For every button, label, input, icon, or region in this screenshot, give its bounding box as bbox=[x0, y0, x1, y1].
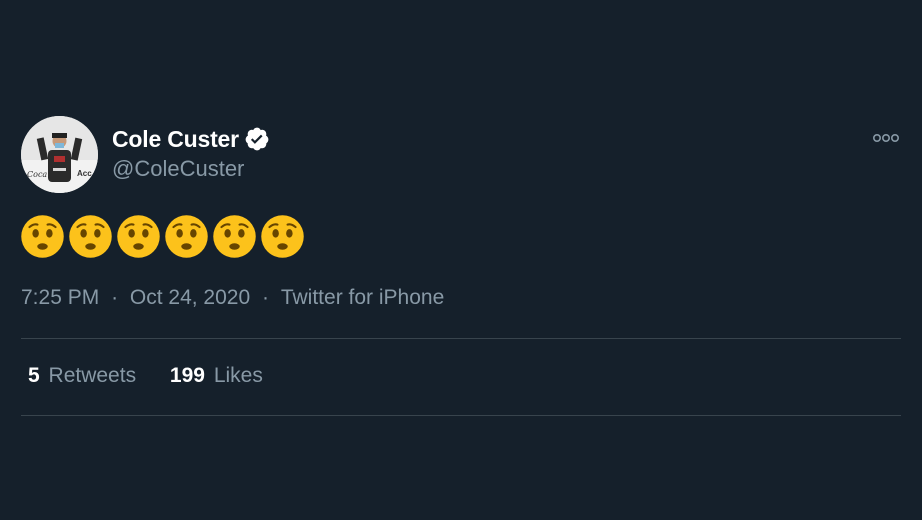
tweet-date[interactable]: Oct 24, 2020 bbox=[130, 286, 250, 310]
likes-label: Likes bbox=[213, 364, 263, 387]
svg-text:Coca: Coca bbox=[27, 170, 47, 179]
tweet-source[interactable]: Twitter for iPhone bbox=[281, 286, 444, 310]
worried-face-icon bbox=[68, 214, 113, 259]
likes-count: 199 bbox=[169, 364, 205, 387]
retweets-stat[interactable]: 5 Retweets bbox=[28, 364, 136, 388]
verified-badge-icon bbox=[244, 126, 270, 152]
divider bbox=[21, 415, 901, 416]
retweets-label: Retweets bbox=[48, 364, 137, 387]
engagement-stats: 5 Retweets 199 Likes bbox=[28, 364, 291, 388]
worried-face-icon bbox=[260, 214, 305, 259]
tweet-metadata: 7:25 PM · Oct 24, 2020 · Twitter for iPh… bbox=[21, 286, 444, 310]
avatar[interactable]: Coca Acc bbox=[21, 116, 98, 193]
avatar-photo: Coca Acc bbox=[21, 116, 98, 193]
separator-dot: · bbox=[111, 286, 119, 309]
author-name-row[interactable]: Cole Custer bbox=[112, 124, 270, 154]
more-options-icon[interactable] bbox=[872, 131, 900, 145]
retweets-count: 5 bbox=[28, 364, 40, 387]
worried-face-icon bbox=[164, 214, 209, 259]
divider bbox=[21, 338, 901, 339]
tweet-card: Coca Acc Cole Custer @ColeCuster 7:25 PM… bbox=[0, 0, 922, 520]
separator-dot: · bbox=[262, 286, 269, 309]
worried-face-icon bbox=[20, 214, 65, 259]
tweet-text bbox=[20, 214, 305, 259]
likes-stat[interactable]: 199 Likes bbox=[170, 364, 263, 388]
svg-text:Acc: Acc bbox=[77, 169, 92, 178]
worried-face-icon bbox=[116, 214, 161, 259]
user-handle[interactable]: @ColeCuster bbox=[112, 156, 244, 182]
display-name[interactable]: Cole Custer bbox=[112, 126, 239, 153]
tweet-time[interactable]: 7:25 PM bbox=[21, 286, 99, 310]
worried-face-icon bbox=[212, 214, 257, 259]
